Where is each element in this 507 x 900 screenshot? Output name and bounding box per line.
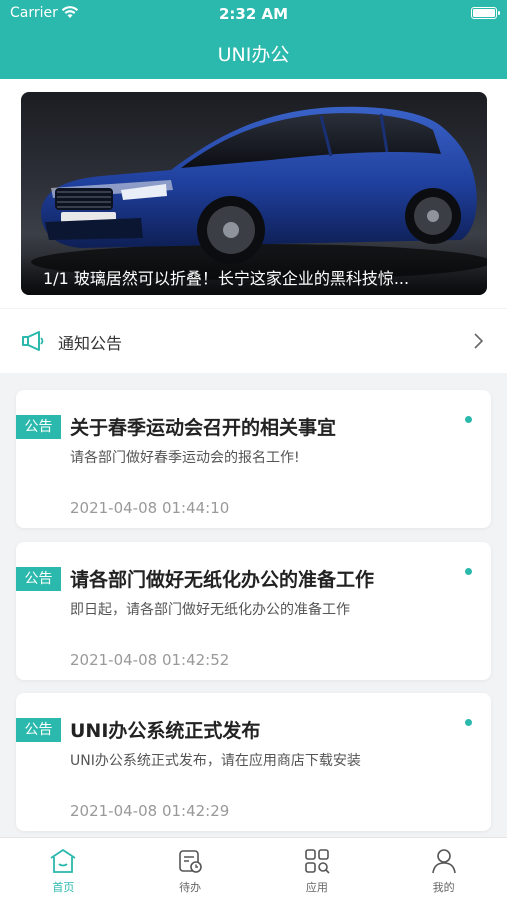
app-header: Carrier 2:32 AM UNI办公 [0, 0, 507, 79]
announcement-tag: 公告 [16, 415, 61, 439]
unread-dot [465, 568, 472, 575]
unread-dot [465, 416, 472, 423]
tab-home-label: 首页 [52, 881, 75, 894]
banner-section: 1/1 玻璃居然可以折叠！长宁这家企业的黑科技惊... [0, 79, 507, 308]
announcement-card[interactable]: 公告 UNI办公系统正式发布 UNI办公系统正式发布，请在应用商店下载安装 20… [16, 693, 491, 831]
user-icon [431, 849, 456, 874]
announcement-time: 2021-04-08 01:44:10 [70, 499, 230, 517]
announcement-time: 2021-04-08 01:42:52 [70, 651, 230, 669]
todo-icon [179, 850, 202, 873]
chevron-right-icon[interactable] [473, 333, 483, 349]
announcement-time: 2021-04-08 01:42:29 [70, 802, 230, 820]
announcement-description: UNI办公系统正式发布，请在应用商店下载安装 [70, 753, 361, 769]
megaphone-icon [22, 331, 44, 351]
announcement-card[interactable]: 公告 请各部门做好无纸化办公的准备工作 即日起，请各部门做好无纸化办公的准备工作… [16, 542, 491, 680]
bottom-tab-bar: 首页 待办 应用 我的 [0, 837, 507, 900]
tab-profile[interactable]: 我的 [380, 838, 507, 900]
home-icon [50, 849, 76, 873]
apps-icon [305, 849, 330, 874]
battery-icon [471, 7, 500, 19]
notice-section-title: 通知公告 [58, 334, 123, 353]
banner-caption: 1/1 玻璃居然可以折叠！长宁这家企业的黑科技惊... [21, 255, 487, 295]
announcement-card[interactable]: 公告 关于春季运动会召开的相关事宜 请各部门做好春季运动会的报名工作! 2021… [16, 390, 491, 528]
status-time: 2:32 AM [218, 5, 289, 23]
page-title: UNI办公 [217, 44, 290, 66]
tab-profile-label: 我的 [432, 881, 455, 894]
announcement-title: UNI办公系统正式发布 [70, 720, 261, 742]
tab-todo[interactable]: 待办 [127, 838, 254, 900]
status-bar: Carrier 2:32 AM [0, 0, 507, 28]
announcement-description: 请各部门做好春季运动会的报名工作! [70, 450, 300, 466]
announcement-tag: 公告 [16, 567, 61, 591]
announcement-tag: 公告 [16, 718, 61, 742]
notice-section-header[interactable]: 通知公告 [0, 309, 507, 373]
announcement-description: 即日起，请各部门做好无纸化办公的准备工作 [70, 602, 350, 618]
announcement-title: 关于春季运动会召开的相关事宜 [70, 417, 337, 439]
tab-apps[interactable]: 应用 [254, 838, 381, 900]
tab-apps-label: 应用 [305, 881, 328, 894]
unread-dot [465, 719, 472, 726]
banner-swiper[interactable]: 1/1 玻璃居然可以折叠！长宁这家企业的黑科技惊... [21, 92, 487, 295]
tab-todo-label: 待办 [179, 881, 202, 894]
announcement-title: 请各部门做好无纸化办公的准备工作 [70, 569, 375, 591]
tab-home[interactable]: 首页 [0, 838, 127, 900]
